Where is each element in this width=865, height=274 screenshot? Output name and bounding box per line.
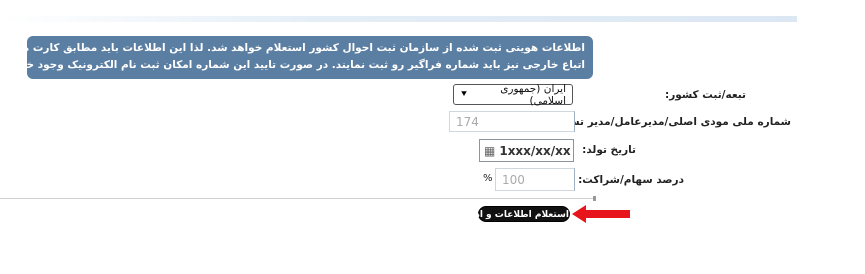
inquiry-continue-button[interactable]: استعلام اطلاعات و ادامه [461,206,570,222]
national-id-label: شماره ملی مودی اصلی/مدیرعامل/مدیر تسویه: [548,116,791,128]
form-divider [0,198,596,199]
notice-line-1: اطلاعات هویتی ثبت شده از سازمان ثبت احوا… [27,42,585,54]
divider-end-mark [593,196,596,201]
share-percent-input[interactable]: 100 [495,168,575,191]
red-arrow-icon [572,205,630,223]
national-id-input[interactable]: 174 [449,111,575,132]
birth-date-value: 1xxx/xx/xx [499,143,571,158]
chevron-down-icon: ⯆ [460,89,468,100]
share-percent-value: 100 [502,172,525,187]
share-percent-label: درصد سهام/شراکت: [578,174,684,186]
identity-notice: اطلاعات هویتی ثبت شده از سازمان ثبت احوا… [27,36,593,79]
nationality-value: ایران (جمهوری اسلامی) [500,82,566,107]
percent-unit: % [483,173,493,184]
notice-line-2: اتباع خارجی نیز باید شماره فراگیر رو ثبت… [27,59,585,71]
birth-date-label: تاریخ تولد: [582,144,636,156]
national-id-value: 174 [456,114,479,129]
top-banner-strip [0,16,797,22]
birth-date-input[interactable]: ▦ 1xxx/xx/xx [479,139,574,162]
calendar-icon[interactable]: ▦ [484,144,495,158]
nationality-select[interactable]: ایران (جمهوری اسلامی) ⯆ [453,82,573,107]
nationality-label: تبعه/ثبت کشور: [665,89,746,101]
